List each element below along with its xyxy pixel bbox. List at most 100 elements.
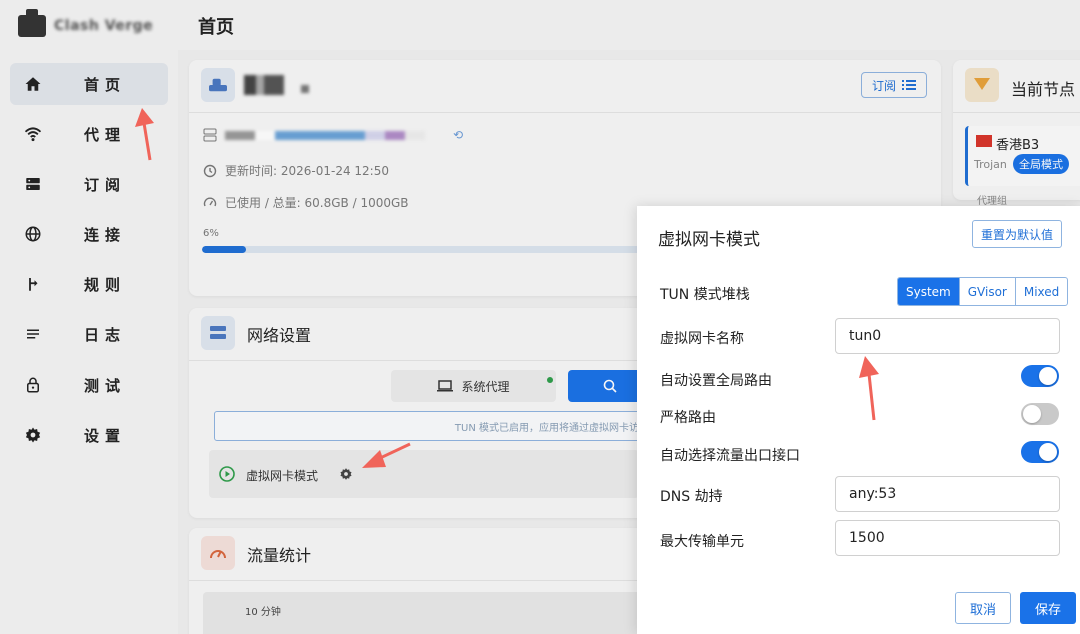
sidebar-item-label: 日志: [84, 325, 127, 344]
sidebar-item-label: 订阅: [84, 175, 127, 194]
nic-name-label: 虚拟网卡名称: [660, 331, 744, 347]
list-icon: [902, 80, 916, 90]
network-card-title: 网络设置: [247, 326, 312, 345]
divider: [189, 112, 941, 113]
sidebar-item-label: 代理: [84, 125, 127, 144]
mtu-label: 最大传输单元: [660, 534, 744, 550]
sidebar-item-label: 设置: [84, 426, 127, 445]
gauge-icon: [203, 197, 217, 206]
dialog-title: 虚拟网卡模式: [658, 230, 760, 250]
top-bar: 首页: [178, 0, 1080, 50]
dns-hijack-label: DNS 劫持: [660, 489, 723, 505]
usage-row: 已使用 / 总量: 60.8GB / 1000GB: [203, 194, 409, 211]
mtu-input[interactable]: 1500: [835, 520, 1060, 556]
hk-flag-icon: [976, 135, 992, 147]
usage-text: 已使用 / 总量: 60.8GB / 1000GB: [225, 196, 409, 210]
sidebar-item-test[interactable]: 测试: [10, 364, 168, 406]
logo-mark-icon: [18, 9, 46, 37]
current-node-card: 当前节点 香港B3 Trojan 全局模式 代理组: [953, 60, 1080, 207]
node-name: 香港B3: [996, 138, 1040, 153]
strict-route-label: 严格路由: [660, 410, 716, 426]
search-gear-icon: [603, 379, 617, 393]
sidebar-item-connections[interactable]: 连接: [10, 213, 168, 255]
redacted-mark: [301, 85, 309, 93]
sidebar-item-settings[interactable]: 设置: [10, 414, 168, 456]
subscribe-label: 订阅: [871, 78, 896, 93]
stack-label: TUN 模式堆栈: [660, 287, 750, 303]
tun-mode-label: 虚拟网卡模式: [246, 469, 319, 483]
traffic-card-title: 流量统计: [247, 546, 312, 565]
gear-icon: [22, 424, 44, 446]
wifi-icon: [22, 123, 44, 145]
system-proxy-label: 系统代理: [461, 379, 510, 394]
tun-mode-tab[interactable]: [568, 370, 648, 402]
auto-detect-interface-toggle[interactable]: [1021, 441, 1059, 463]
laptop-icon: [437, 380, 454, 392]
speedometer-icon: [201, 536, 235, 570]
stack-segmented-control: System GVisor Mixed: [897, 277, 1069, 306]
stack-option-gvisor[interactable]: GVisor: [958, 278, 1015, 305]
tun-settings-dialog: 虚拟网卡模式 重置为默认值 TUN 模式堆栈 System GVisor Mix…: [637, 206, 1080, 634]
subscription-url-row: ⟲: [203, 128, 463, 142]
updated-row: 更新时间: 2026-01-24 12:50: [203, 162, 389, 179]
save-button[interactable]: 保存: [1020, 592, 1076, 624]
app-name: Clash Verge: [54, 18, 154, 34]
sidebar-item-label: 首页: [84, 75, 127, 94]
globe-icon: [22, 223, 44, 245]
sidebar: Clash Verge 首页 代理 订阅 连接 规则 日志 测试 设置: [0, 0, 178, 634]
home-icon: [22, 73, 44, 95]
mode-badge: 全局模式: [1013, 154, 1069, 174]
tun-notice: TUN 模式已启用，应用将通过虚拟网卡访: [214, 411, 644, 441]
server-icon: [22, 173, 44, 195]
subscription-url-redacted: [225, 130, 425, 140]
auto-route-label: 自动设置全局路由: [660, 373, 772, 389]
route-icon: [22, 273, 44, 295]
sidebar-item-label: 连接: [84, 225, 127, 244]
usage-progress-fill: [202, 246, 246, 253]
stack-option-system[interactable]: System: [898, 278, 959, 305]
gear-icon[interactable]: [339, 467, 353, 481]
sidebar-item-proxy[interactable]: 代理: [10, 113, 168, 155]
system-proxy-tab[interactable]: 系统代理: [391, 370, 556, 402]
network-icon: [201, 316, 235, 350]
sidebar-item-label: 规则: [84, 275, 127, 294]
strict-route-toggle[interactable]: [1021, 403, 1059, 425]
cloud-icon: [201, 68, 235, 102]
cancel-button[interactable]: 取消: [955, 592, 1011, 624]
auto-route-toggle[interactable]: [1021, 365, 1059, 387]
toggle-knob: [1039, 367, 1057, 385]
dns-hijack-input[interactable]: any:53: [835, 476, 1060, 512]
node-icon: [965, 68, 999, 102]
current-node-box[interactable]: 香港B3 Trojan 全局模式: [965, 126, 1080, 186]
sidebar-item-rules[interactable]: 规则: [10, 263, 168, 305]
link-icon[interactable]: ⟲: [453, 128, 463, 142]
list-icon: [22, 323, 44, 345]
annotation-arrow-icon: [859, 356, 879, 421]
proxy-group-label: 代理组: [977, 196, 1007, 207]
tun-notice-text: TUN 模式已启用，应用将通过虚拟网卡访: [454, 422, 639, 434]
current-node-title: 当前节点: [1011, 80, 1076, 99]
clock-icon: [203, 164, 217, 177]
updated-text: 更新时间: 2026-01-24 12:50: [225, 164, 389, 178]
app-logo: Clash Verge: [18, 9, 154, 40]
auto-detect-interface-label: 自动选择流量出口接口: [660, 448, 800, 464]
server-icon: [203, 128, 217, 142]
nic-name-input[interactable]: tun0: [835, 318, 1060, 354]
stack-option-mixed[interactable]: Mixed: [1014, 278, 1067, 305]
sidebar-item-logs[interactable]: 日志: [10, 313, 168, 355]
status-dot: [547, 377, 553, 383]
subscribe-button[interactable]: 订阅: [861, 72, 927, 98]
toggle-knob: [1039, 443, 1057, 461]
divider: [953, 112, 1080, 113]
progress-label: 6%: [203, 228, 219, 239]
reset-defaults-button[interactable]: 重置为默认值: [971, 220, 1062, 248]
sidebar-item-subscription[interactable]: 订阅: [10, 163, 168, 205]
page-title: 首页: [198, 17, 234, 38]
sidebar-item-label: 测试: [84, 376, 127, 395]
play-icon: [219, 466, 235, 482]
toggle-knob: [1023, 405, 1041, 423]
profile-name-redacted: [244, 75, 284, 95]
node-protocol: Trojan: [974, 158, 1007, 171]
lock-icon: [22, 374, 44, 396]
sidebar-item-home[interactable]: 首页: [10, 63, 168, 105]
